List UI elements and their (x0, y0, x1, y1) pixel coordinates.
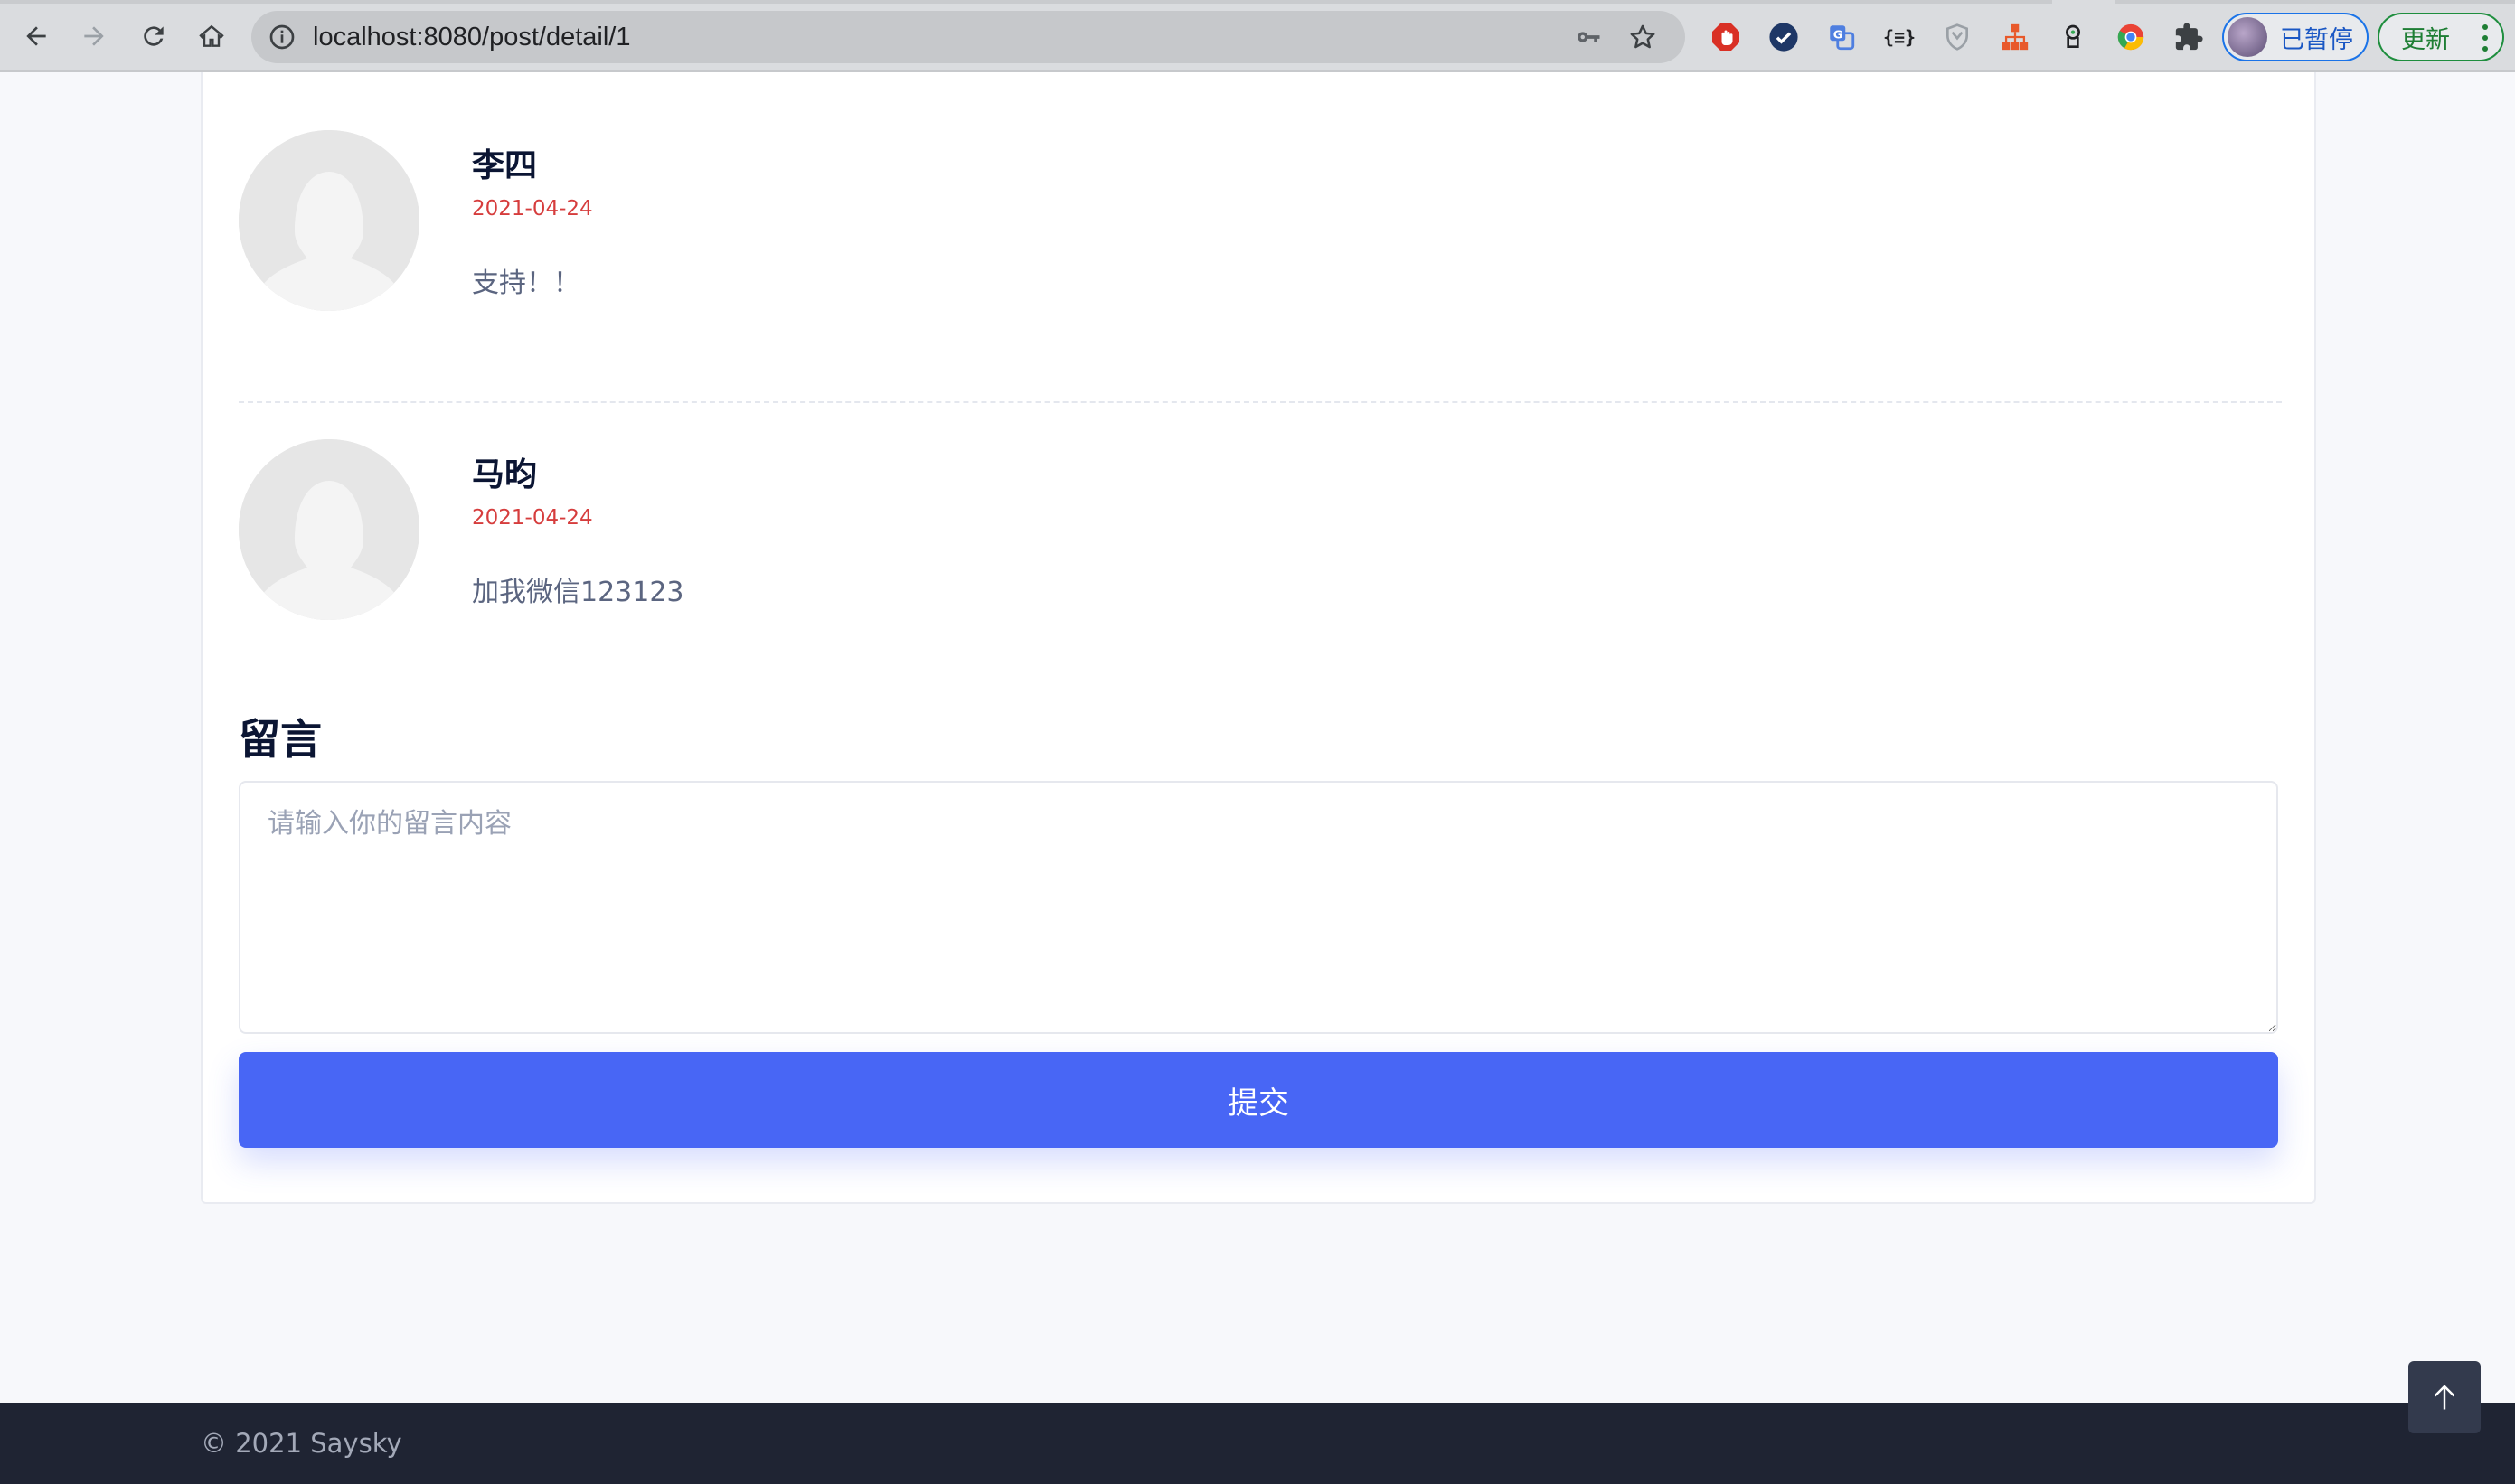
tab-strip-edge (0, 0, 2515, 4)
sitemap-icon[interactable] (1998, 20, 2032, 54)
default-avatar-icon (239, 439, 419, 620)
comment-item: 李四 2021-04-24 支持！！ (239, 130, 2282, 329)
back-button[interactable] (16, 16, 56, 56)
avatar (239, 439, 419, 620)
copyright-text: © 2021 Saysky (201, 1428, 402, 1459)
default-avatar-icon (239, 130, 419, 311)
message-section-title: 留言 (239, 715, 322, 764)
forward-button[interactable] (74, 16, 114, 56)
arrow-right-icon (84, 26, 104, 46)
comment-divider (239, 401, 2282, 403)
avatar (239, 130, 419, 311)
json-viewer-icon[interactable]: {≡} (1882, 20, 1917, 54)
reload-icon (144, 26, 164, 46)
post-card: 李四 2021-04-24 支持！！ 马昀 2021-04-24 加我微信123… (201, 72, 2316, 1204)
comment-author: 马昀 (472, 456, 538, 493)
bookmark-star-icon[interactable] (1627, 22, 1658, 52)
browser-toolbar: localhost:8080/post/detail/1 G {≡} 已暂停 更… (0, 0, 2515, 72)
translate-icon[interactable]: G (1824, 20, 1859, 54)
puzzle-extensions-icon[interactable] (2171, 20, 2206, 54)
avatar (2228, 17, 2267, 57)
checkmark-shield-icon[interactable] (1766, 20, 1801, 54)
home-icon (199, 24, 224, 47)
message-input[interactable] (239, 781, 2278, 1034)
back-to-top-button[interactable] (2408, 1361, 2481, 1433)
profile-button[interactable]: 已暂停 (2222, 13, 2369, 61)
reload-button[interactable] (134, 16, 174, 56)
arrow-left-icon (26, 26, 46, 46)
address-bar[interactable]: localhost:8080/post/detail/1 (251, 11, 1685, 63)
footer: © 2021 Saysky (0, 1403, 2515, 1484)
submit-button[interactable]: 提交 (239, 1052, 2278, 1148)
comment-author: 李四 (472, 147, 538, 184)
shield-outline-icon[interactable] (1940, 20, 1974, 54)
svg-text:G: G (1833, 28, 1842, 42)
url-text[interactable]: localhost:8080/post/detail/1 (313, 11, 630, 63)
update-label: 更新 (2401, 25, 2450, 54)
home-button[interactable] (192, 16, 231, 56)
more-menu-icon (2482, 24, 2488, 52)
adblock-icon[interactable] (1709, 20, 1743, 54)
comment-text: 加我微信123123 (472, 577, 684, 608)
comment-date: 2021-04-24 (472, 506, 593, 530)
chrome-color-icon[interactable] (2114, 20, 2148, 54)
arrow-up-icon (2434, 1385, 2455, 1410)
info-icon[interactable] (268, 23, 297, 52)
key-icon[interactable] (1575, 23, 1602, 51)
comment-item: 马昀 2021-04-24 加我微信123123 (239, 439, 2282, 638)
update-button[interactable]: 更新 (2378, 13, 2504, 61)
tampermonkey-icon[interactable] (2056, 20, 2090, 54)
comment-text: 支持！！ (472, 268, 580, 299)
comment-date: 2021-04-24 (472, 197, 593, 221)
profile-status-label: 已暂停 (2280, 25, 2353, 54)
